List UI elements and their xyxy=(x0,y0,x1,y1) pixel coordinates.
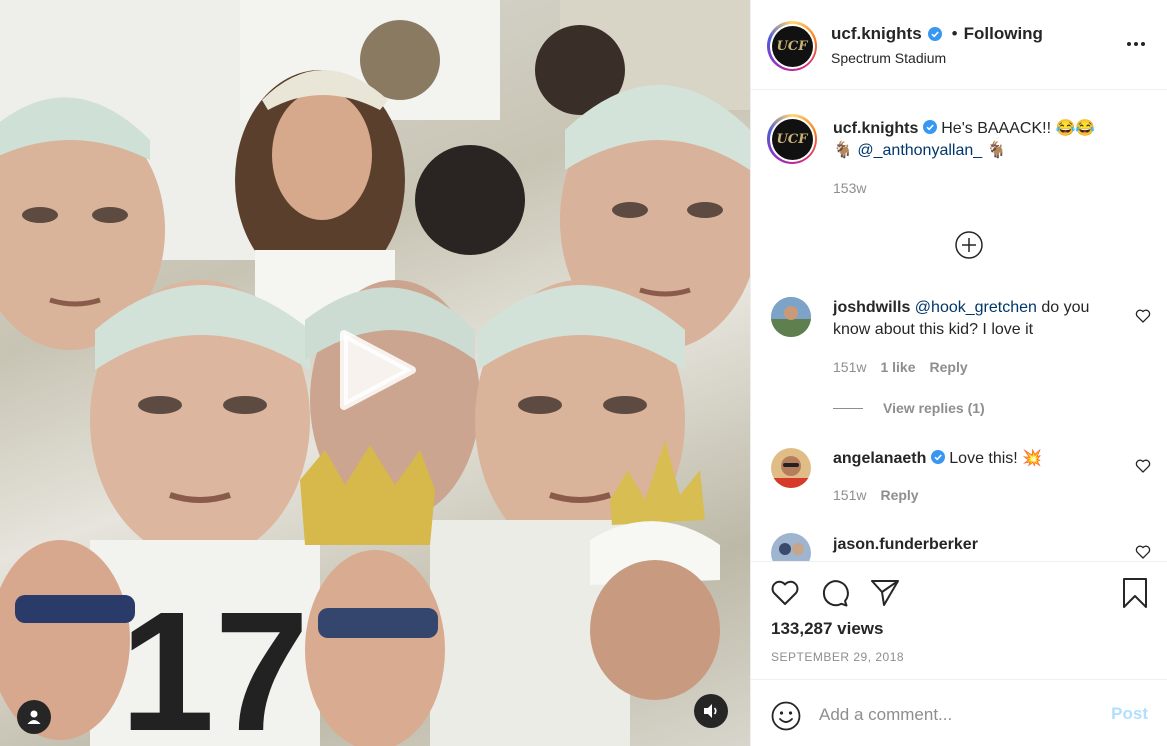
comment-avatar[interactable] xyxy=(771,448,811,488)
comment-meta: 151w Reply xyxy=(833,487,919,503)
comment-username[interactable]: jason.funderberker xyxy=(833,536,978,553)
comment-time[interactable]: 151w xyxy=(833,359,866,375)
comment-mention[interactable]: @hook_gretchen xyxy=(915,299,1037,316)
add-comment-bar: Post xyxy=(751,679,1167,746)
comment-avatar[interactable] xyxy=(771,297,811,337)
comment-input[interactable] xyxy=(819,700,1089,730)
caption-time[interactable]: 153w xyxy=(833,180,866,196)
heart-icon[interactable] xyxy=(1135,544,1151,560)
location-link[interactable]: Spectrum Stadium xyxy=(831,50,946,66)
user-icon xyxy=(27,710,41,724)
caption-story-ring[interactable]: UCF xyxy=(767,114,817,164)
action-bar: 133,287 views SEPTEMBER 29, 2018 xyxy=(751,561,1167,679)
post-header: UCF ucf.knights • Following Spectrum Sta… xyxy=(751,0,1167,90)
tagged-users-button[interactable] xyxy=(17,700,51,734)
comment-avatar[interactable] xyxy=(771,533,811,561)
view-replies-label: View replies (1) xyxy=(883,400,985,416)
story-ring[interactable]: UCF xyxy=(767,21,817,71)
heart-icon[interactable] xyxy=(769,577,801,609)
comment-username[interactable]: angelanaeth xyxy=(833,450,926,467)
goat-emoji: 🐐 xyxy=(833,142,853,159)
heart-icon[interactable] xyxy=(1135,308,1151,324)
play-button[interactable] xyxy=(338,330,418,410)
reply-button[interactable]: Reply xyxy=(930,359,968,375)
comment-username[interactable]: joshdwills xyxy=(833,299,910,316)
view-count[interactable]: 133,287 views xyxy=(771,619,883,639)
post-details-panel: UCF ucf.knights • Following Spectrum Sta… xyxy=(750,0,1167,746)
header-username[interactable]: ucf.knights xyxy=(831,24,922,44)
bookmark-icon[interactable] xyxy=(1119,577,1151,609)
svg-text:17: 17 xyxy=(120,577,309,746)
verified-badge-icon xyxy=(927,27,942,41)
caption-avatar: UCF xyxy=(771,118,813,160)
avatar-photo xyxy=(771,533,811,561)
comment-time[interactable]: 151w xyxy=(833,487,866,503)
mute-toggle-button[interactable] xyxy=(694,694,728,728)
avatar-photo xyxy=(771,448,811,488)
comment-body: joshdwills @hook_gretchen do you know ab… xyxy=(833,297,1123,341)
avatar-photo xyxy=(771,297,811,337)
verified-badge-icon xyxy=(922,120,937,134)
load-more-comments-icon[interactable] xyxy=(954,230,984,260)
comments-list[interactable]: UCF ucf.knights He's BAAACK!! 😂😂 🐐 @_ant… xyxy=(751,91,1167,561)
follow-separator: • xyxy=(951,24,958,43)
share-icon[interactable] xyxy=(869,577,901,609)
more-horizontal-icon[interactable] xyxy=(1127,36,1147,52)
face-cutout-3 xyxy=(90,280,310,560)
post-date[interactable]: SEPTEMBER 29, 2018 xyxy=(771,650,904,664)
video-player[interactable]: 17 xyxy=(0,0,750,746)
collision-emoji: 💥 xyxy=(1022,450,1043,467)
caption-text: He's BAAACK!! 😂😂 xyxy=(941,120,1096,137)
comment-icon[interactable] xyxy=(819,577,851,609)
caption-meta: 153w xyxy=(833,180,866,196)
speaker-icon xyxy=(704,704,717,718)
replies-divider xyxy=(833,407,863,409)
view-replies-button[interactable]: View replies (1) xyxy=(833,400,985,416)
header-title-row: ucf.knights • Following xyxy=(831,24,1043,44)
comment-likes[interactable]: 1 like xyxy=(880,359,915,375)
caption: ucf.knights He's BAAACK!! 😂😂 🐐 @_anthony… xyxy=(833,118,1143,162)
emoji-icon[interactable] xyxy=(770,700,802,732)
post-button[interactable]: Post xyxy=(1111,704,1148,724)
comment-text: Love this! xyxy=(949,450,1018,467)
following-button[interactable]: Following xyxy=(964,24,1043,44)
verified-badge-icon xyxy=(930,450,945,464)
avatar: UCF xyxy=(771,25,813,67)
comment-meta: 151w 1 like Reply xyxy=(833,359,968,375)
goat-emoji: 🐐 xyxy=(986,142,1007,159)
comment-body: angelanaeth Love this! 💥 xyxy=(833,448,1123,470)
heart-icon[interactable] xyxy=(1135,458,1151,474)
caption-mention[interactable]: @_anthonyallan_ xyxy=(857,142,982,159)
caption-username[interactable]: ucf.knights xyxy=(833,120,918,137)
comment-body: jason.funderberker xyxy=(833,534,978,556)
reply-button[interactable]: Reply xyxy=(880,487,918,503)
play-icon xyxy=(340,330,416,410)
